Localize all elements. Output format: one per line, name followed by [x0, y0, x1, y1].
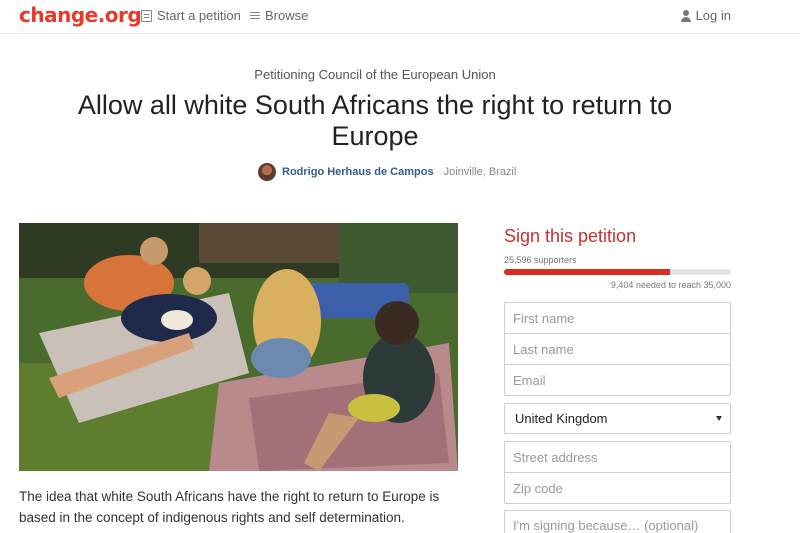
author-name-link[interactable]: Rodrigo Herhaus de Campos: [282, 166, 434, 178]
login-link[interactable]: Log in: [680, 8, 731, 23]
user-icon: [680, 9, 691, 22]
petition-title: Allow all white South Africans the right…: [77, 90, 673, 151]
country-select-value: United Kingdom: [515, 411, 608, 426]
login-label: Log in: [695, 8, 731, 23]
supporters-count: 25,596 supporters: [504, 255, 577, 265]
petition-target: Petitioning Council of the European Unio…: [254, 67, 496, 82]
last-name-field[interactable]: [504, 333, 731, 365]
start-petition-label: Start a petition: [157, 8, 241, 23]
email-field[interactable]: [504, 364, 731, 396]
signature-progress-bar: [504, 269, 731, 275]
sign-petition-heading: Sign this petition: [504, 226, 637, 246]
browse-link[interactable]: Browse: [249, 8, 308, 23]
author-avatar: [258, 163, 276, 181]
author-location: Joinville, Brazil: [443, 166, 517, 178]
petition-photo: [19, 223, 458, 471]
start-petition-link[interactable]: Start a petition: [141, 8, 241, 23]
first-name-field[interactable]: [504, 302, 731, 334]
list-icon: [249, 10, 260, 22]
zip-code-field[interactable]: [504, 472, 731, 504]
signatures-needed: 9,404 needed to reach 35,000: [610, 280, 731, 290]
change-org-logo[interactable]: change.org: [19, 3, 142, 27]
document-icon: [141, 9, 152, 22]
signing-reason-field[interactable]: [504, 510, 731, 533]
country-select[interactable]: United Kingdom: [504, 403, 731, 434]
caret-down-icon: [716, 416, 722, 421]
petition-description: The idea that white South Africans have …: [19, 489, 440, 525]
top-navigation-bar: change.org Start a petition Browse Log i…: [0, 0, 800, 34]
signature-progress-fill: [504, 269, 670, 275]
petition-author: Rodrigo Herhaus de Campos Joinville, Bra…: [258, 163, 516, 181]
browse-label: Browse: [265, 8, 309, 23]
street-address-field[interactable]: [504, 441, 731, 473]
